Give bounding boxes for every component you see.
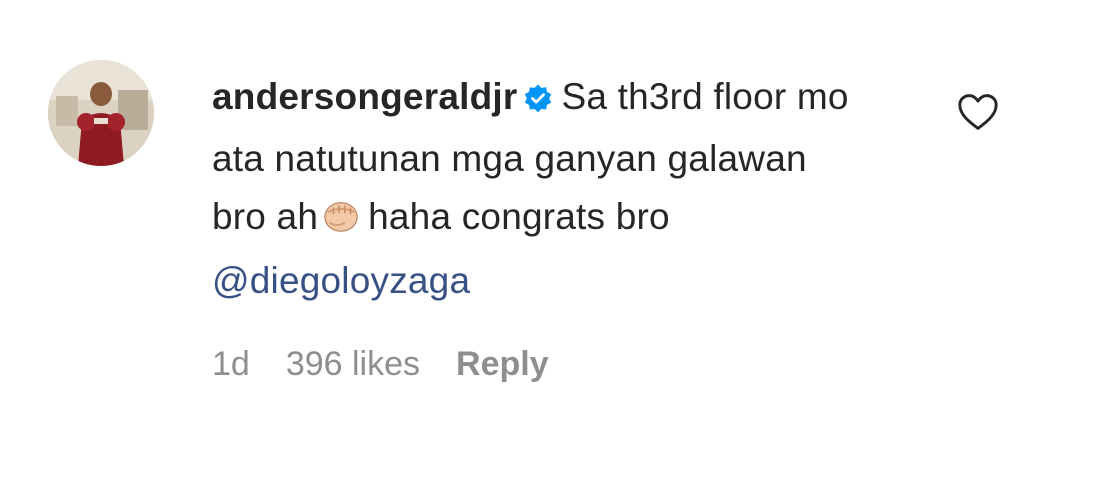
comment-meta: 1d 396 likes Reply	[212, 345, 585, 384]
comment-time: 1d	[212, 345, 250, 383]
comment-text-part2: haha congrats bro	[368, 196, 670, 237]
comment-username[interactable]: andersongeraldjr	[212, 76, 517, 117]
mention-link[interactable]: @diegoloyzaga	[212, 260, 470, 301]
comment-item: andersongeraldjr Sa th3rd floor mo ata na…	[48, 58, 1058, 418]
avatar-photo	[48, 60, 154, 166]
like-button[interactable]	[956, 92, 1000, 132]
likes-count[interactable]: 396 likes	[286, 345, 420, 383]
reply-button[interactable]: Reply	[456, 345, 549, 383]
verified-badge-icon	[523, 72, 553, 130]
comment-body: andersongeraldjr Sa th3rd floor mo ata na…	[212, 68, 852, 310]
fist-bump-emoji	[322, 194, 360, 252]
heart-outline-icon	[958, 94, 998, 130]
avatar[interactable]	[48, 60, 154, 166]
